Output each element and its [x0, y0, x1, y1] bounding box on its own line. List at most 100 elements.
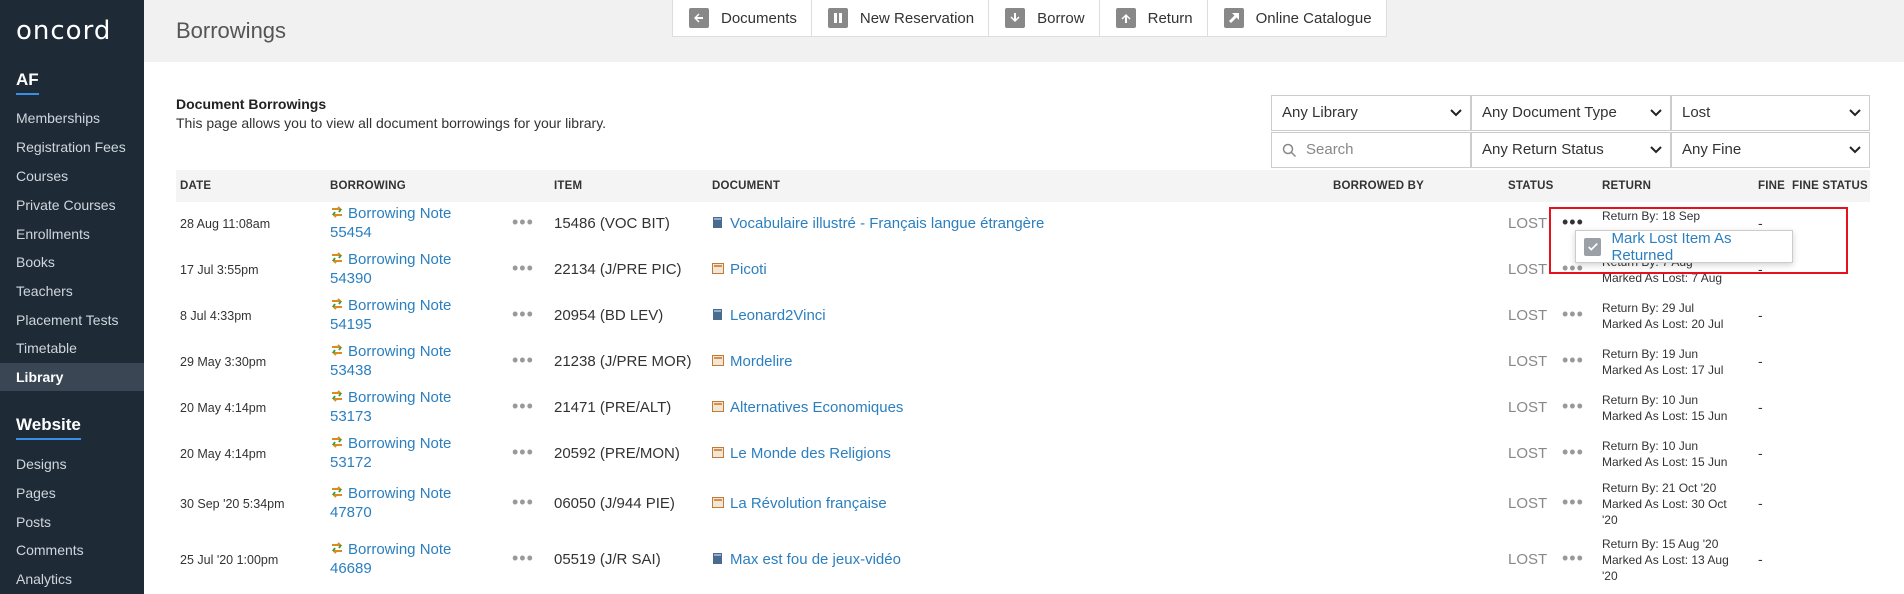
- fine-filter-value: Any Fine: [1682, 141, 1742, 158]
- sidebar: oncord AF Memberships Registration Fees …: [0, 0, 144, 594]
- sidebar-section-website[interactable]: Website: [16, 415, 81, 440]
- marked-as-lost: Marked As Lost: 15 Jun: [1602, 455, 1728, 469]
- fine-filter-select[interactable]: Any Fine: [1671, 132, 1870, 168]
- column-header-fine-status[interactable]: FINE STATUS: [1792, 180, 1868, 192]
- borrowing-note-link[interactable]: Borrowing Note 47870: [330, 484, 451, 522]
- item-code: 05519 (J/R SAI): [554, 551, 661, 568]
- sidebar-item-teachers[interactable]: Teachers: [0, 277, 144, 305]
- mark-lost-item-returned-menu-item[interactable]: Mark Lost Item As Returned: [1575, 229, 1793, 264]
- status-label: LOST: [1508, 551, 1548, 568]
- sidebar-item-registration-fees[interactable]: Registration Fees: [0, 133, 144, 161]
- status-filter-select[interactable]: Lost: [1671, 95, 1870, 131]
- document-type-filter-select[interactable]: Any Document Type: [1471, 95, 1671, 131]
- sidebar-item-memberships[interactable]: Memberships: [0, 104, 144, 132]
- document-link[interactable]: Le Monde des Religions: [712, 445, 891, 462]
- status-label: LOST: [1508, 495, 1548, 512]
- sidebar-item-designs[interactable]: Designs: [0, 450, 144, 478]
- document-link[interactable]: Picoti: [712, 261, 767, 278]
- swap-icon: [330, 389, 348, 406]
- borrowing-note-link[interactable]: Borrowing Note 53438: [330, 342, 451, 380]
- marked-as-lost-year: '20: [1602, 569, 1618, 583]
- status-more-options-icon[interactable]: •••: [1562, 492, 1584, 513]
- library-filter-select[interactable]: Any Library: [1271, 95, 1471, 131]
- status-filter-value: Lost: [1682, 104, 1711, 121]
- sidebar-item-analytics[interactable]: Analytics: [0, 565, 144, 593]
- borrowing-note-link[interactable]: Borrowing Note 53172: [330, 434, 451, 472]
- document-link[interactable]: Alternatives Economiques: [712, 399, 903, 416]
- return-info: Return By: 29 Jul Marked As Lost: 20 Jul: [1602, 300, 1723, 332]
- borrowing-note-link[interactable]: Borrowing Note 54195: [330, 296, 451, 334]
- more-options-icon[interactable]: •••: [512, 396, 534, 417]
- column-header-item[interactable]: ITEM: [554, 180, 582, 192]
- status-more-options-icon[interactable]: •••: [1562, 350, 1584, 371]
- document-link[interactable]: Vocabulaire illustré - Français langue é…: [712, 215, 1044, 232]
- borrowing-note-link[interactable]: Borrowing Note 46689: [330, 540, 451, 578]
- column-header-status[interactable]: STATUS: [1508, 180, 1554, 192]
- chevron-down-icon: [1650, 109, 1662, 117]
- sidebar-item-private-courses[interactable]: Private Courses: [0, 191, 144, 219]
- more-options-icon[interactable]: •••: [512, 258, 534, 279]
- more-options-icon[interactable]: •••: [512, 548, 534, 569]
- borrowing-note-link[interactable]: Borrowing Note 54390: [330, 250, 451, 288]
- sidebar-item-enrollments[interactable]: Enrollments: [0, 220, 144, 248]
- more-options-icon[interactable]: •••: [512, 492, 534, 513]
- document-title: Vocabulaire illustré - Français langue é…: [730, 215, 1045, 232]
- document-link[interactable]: Leonard2Vinci: [712, 307, 826, 324]
- sidebar-item-placement-tests[interactable]: Placement Tests: [0, 306, 144, 334]
- column-header-fine[interactable]: FINE: [1758, 180, 1785, 192]
- status-more-options-icon[interactable]: •••: [1562, 442, 1584, 463]
- return-by: Return By: 10 Jun: [1602, 393, 1699, 407]
- status-more-options-icon[interactable]: •••: [1562, 304, 1584, 325]
- borrowing-note-link[interactable]: Borrowing Note 55454: [330, 204, 451, 242]
- more-options-icon[interactable]: •••: [512, 304, 534, 325]
- mark-lost-item-returned-label: Mark Lost Item As Returned: [1611, 229, 1732, 264]
- return-info: Return By: 15 Aug '20 Marked As Lost: 13 …: [1602, 536, 1729, 584]
- sidebar-section-af[interactable]: AF: [16, 70, 39, 95]
- document-title: Picoti: [730, 261, 767, 278]
- document-title: Le Monde des Religions: [730, 445, 891, 462]
- table-row: 20 May 4:14pm Borrowing Note 53172 ••• 20592…: [176, 434, 1870, 480]
- borrowing-note-label: Borrowing Note: [348, 485, 452, 502]
- documents-button[interactable]: Documents: [673, 0, 812, 36]
- borrowing-note-label: Borrowing Note: [348, 205, 452, 222]
- column-header-document[interactable]: DOCUMENT: [712, 180, 780, 192]
- magazine-icon: [712, 355, 724, 366]
- column-header-return[interactable]: RETURN: [1602, 180, 1651, 192]
- borrow-button[interactable]: Borrow: [989, 0, 1100, 36]
- document-link[interactable]: Max est fou de jeux-vidéo: [712, 551, 901, 568]
- sidebar-item-library[interactable]: Library: [0, 363, 144, 391]
- oncord-logo[interactable]: oncord: [16, 16, 111, 46]
- item-code: 15486 (VOC BIT): [554, 215, 670, 232]
- borrowing-note-number: 54390: [330, 270, 372, 287]
- online-catalogue-button[interactable]: Online Catalogue: [1208, 0, 1386, 36]
- return-status-filter-select[interactable]: Any Return Status: [1471, 132, 1671, 168]
- chevron-down-icon: [1849, 109, 1861, 117]
- sidebar-item-books[interactable]: Books: [0, 248, 144, 276]
- document-link[interactable]: Mordelire: [712, 353, 793, 370]
- more-options-icon[interactable]: •••: [512, 442, 534, 463]
- sidebar-item-pages[interactable]: Pages: [0, 479, 144, 507]
- status-label: LOST: [1508, 353, 1548, 370]
- sidebar-item-courses[interactable]: Courses: [0, 162, 144, 190]
- status-more-options-icon[interactable]: •••: [1562, 548, 1584, 569]
- borrowing-note-label: Borrowing Note: [348, 541, 452, 558]
- sidebar-item-timetable[interactable]: Timetable: [0, 334, 144, 362]
- documents-button-label: Documents: [721, 9, 797, 27]
- chevron-down-icon: [1849, 146, 1861, 154]
- return-info: Return By: 10 Jun Marked As Lost: 15 Jun: [1602, 392, 1727, 424]
- column-header-date[interactable]: DATE: [180, 180, 211, 192]
- return-by: Return By: 19 Jun: [1602, 347, 1699, 361]
- return-button[interactable]: Return: [1100, 0, 1208, 36]
- more-options-icon[interactable]: •••: [512, 350, 534, 371]
- column-header-borrowed-by[interactable]: BORROWED BY: [1333, 180, 1424, 192]
- search-input[interactable]: Search: [1271, 132, 1471, 168]
- swap-icon: [330, 485, 348, 502]
- column-header-borrowing[interactable]: BORROWING: [330, 180, 406, 192]
- document-link[interactable]: La Révolution française: [712, 495, 887, 512]
- status-more-options-icon[interactable]: •••: [1562, 396, 1584, 417]
- more-options-icon[interactable]: •••: [512, 212, 534, 233]
- sidebar-item-comments[interactable]: Comments: [0, 536, 144, 564]
- sidebar-item-posts[interactable]: Posts: [0, 508, 144, 536]
- new-reservation-button[interactable]: New Reservation: [812, 0, 990, 36]
- borrowing-note-link[interactable]: Borrowing Note 53173: [330, 388, 451, 426]
